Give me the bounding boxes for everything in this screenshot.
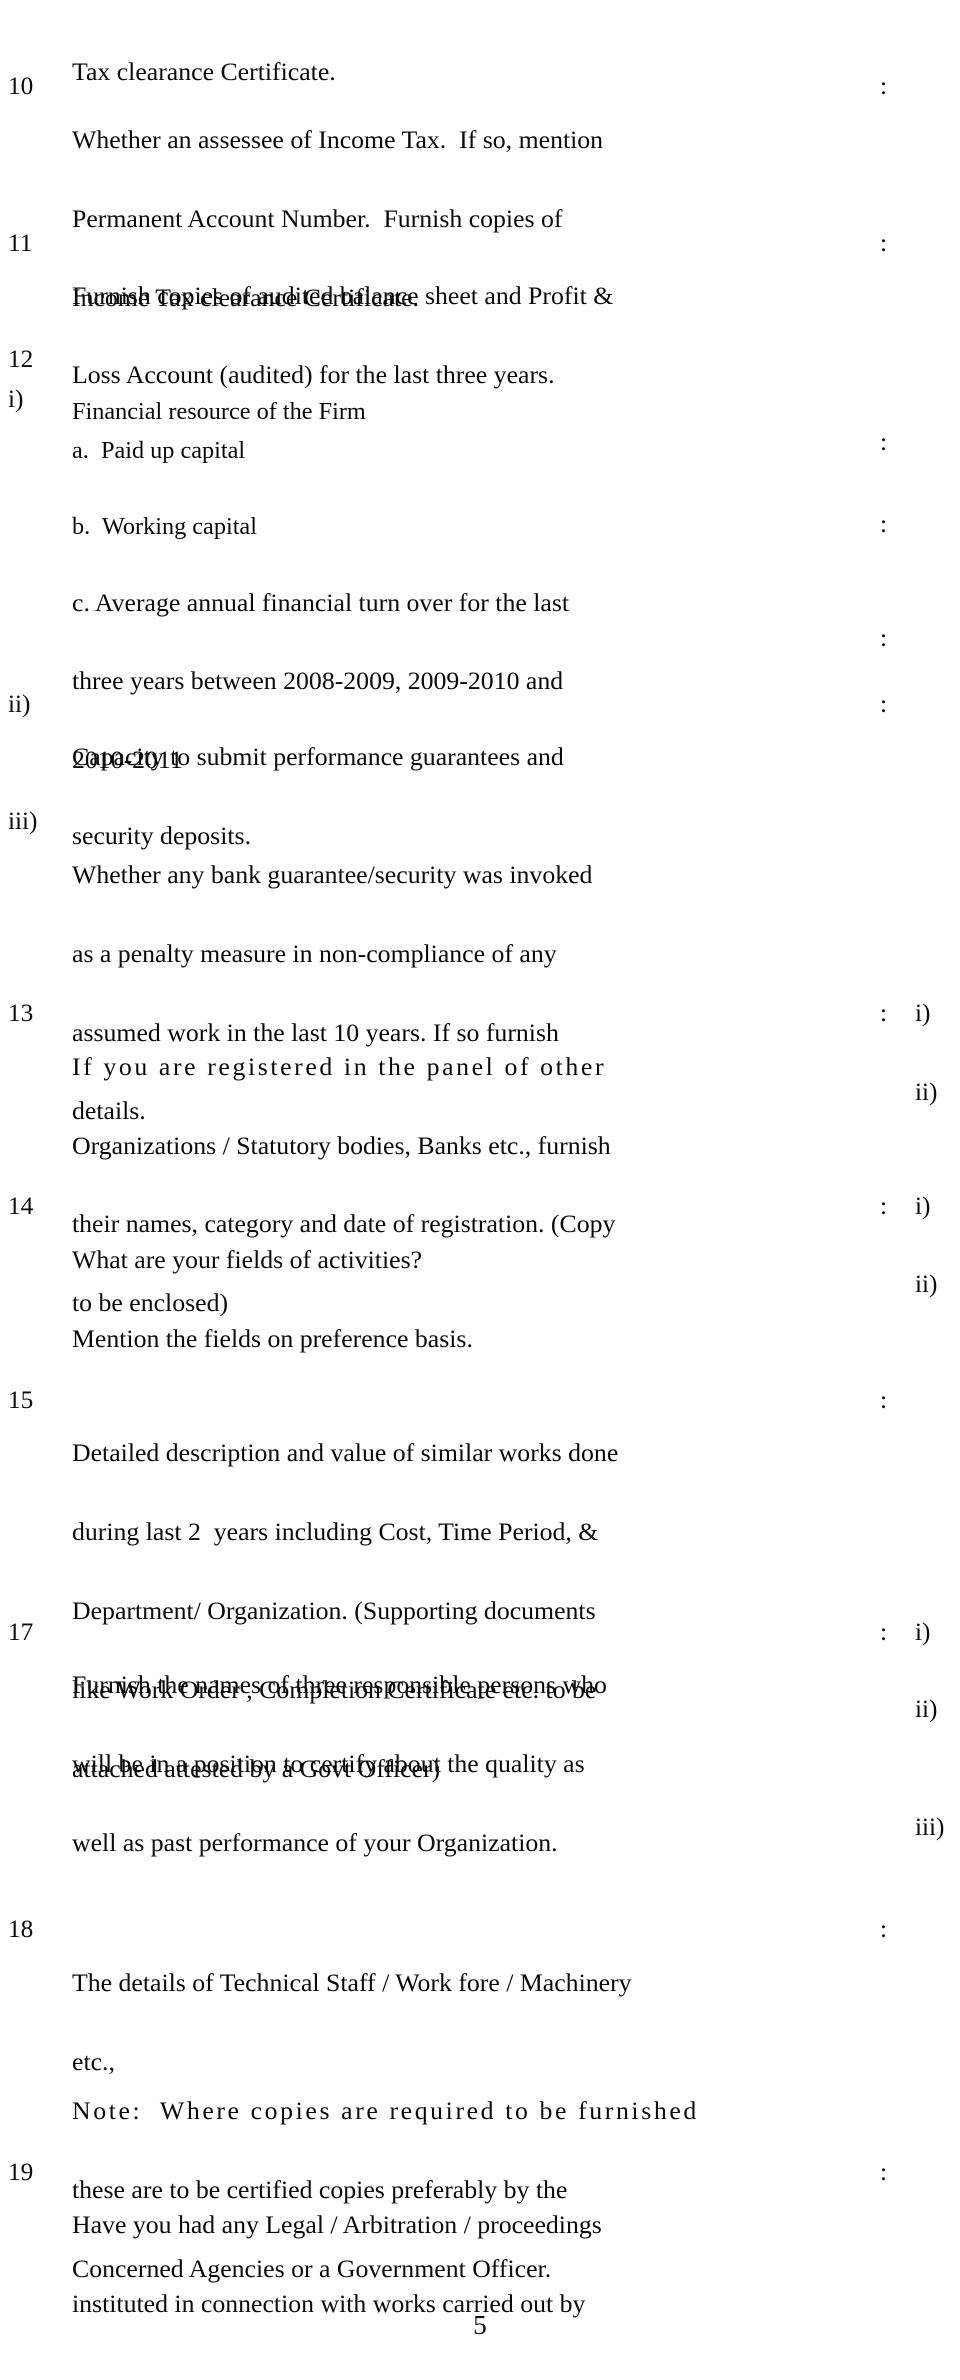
item-number-18: 18 xyxy=(8,1915,34,1944)
answer-slot-14-ii: ii) xyxy=(915,1269,938,1298)
document-page: Tax clearance Certificate. 10 Whether an… xyxy=(0,0,960,2380)
item-number-10: 10 xyxy=(8,72,34,101)
answer-slot-17-i: i) xyxy=(915,1617,931,1646)
answer-colon-10: : xyxy=(880,72,888,101)
answer-colon-12-c: : xyxy=(880,624,888,653)
answer-slot-13-i: i) xyxy=(915,999,931,1028)
item-number-12: 12 xyxy=(8,344,34,373)
text-line: Note: Where copies are required to be fu… xyxy=(72,2095,699,2125)
item-text-14: What are your fields of activities? Ment… xyxy=(72,1194,872,1404)
item-number-ii: ii) xyxy=(8,689,31,718)
answer-colon-15: : xyxy=(880,1385,888,1414)
text-line: Organizations / Statutory bodies, Banks … xyxy=(72,1130,611,1160)
page-number: 5 xyxy=(473,2310,487,2341)
answer-colon-11: : xyxy=(880,228,888,257)
text-line: If you are registered in the panel of ot… xyxy=(72,1051,607,1081)
text-line: Have you had any Legal / Arbitration / p… xyxy=(72,2210,602,2240)
text-line: Mention the fields on preference basis. xyxy=(72,1323,473,1353)
answer-colon-13: : xyxy=(880,999,888,1028)
answer-slot-13-ii: ii) xyxy=(915,1077,938,1106)
answer-colon-19: : xyxy=(880,2157,888,2186)
text-line: Capacity to submit performance guarantee… xyxy=(72,742,564,772)
text-line: as a penalty measure in non-compliance o… xyxy=(72,938,557,968)
item-number-11: 11 xyxy=(8,228,33,257)
answer-slot-17-iii: iii) xyxy=(915,1812,945,1841)
item-number-14: 14 xyxy=(8,1192,34,1221)
item-number-15: 15 xyxy=(8,1385,34,1414)
text-line: well as past performance of your Organiz… xyxy=(72,1828,558,1858)
answer-colon-ii: : xyxy=(880,689,888,718)
text-line: The details of Technical Staff / Work fo… xyxy=(72,1967,632,1997)
answer-slot-14-i: i) xyxy=(915,1192,931,1221)
text-line: Furnish copies of audited balance sheet … xyxy=(72,281,614,311)
item-number-19: 19 xyxy=(8,2157,34,2186)
item-number-12-i: i) xyxy=(8,384,24,413)
text-line: What are your fields of activities? xyxy=(72,1245,423,1275)
item-number-13: 13 xyxy=(8,999,34,1028)
answer-colon-12-a: : xyxy=(880,427,888,456)
text-line: during last 2 years including Cost, Time… xyxy=(72,1517,599,1547)
item-text-17: Furnish the names of three responsible p… xyxy=(72,1620,872,1909)
answer-colon-17: : xyxy=(880,1617,888,1646)
answer-colon-14: : xyxy=(880,1192,888,1221)
item-number-iii: iii) xyxy=(8,807,38,836)
answer-colon-12-b: : xyxy=(880,509,888,538)
text-line: Whether an assessee of Income Tax. If so… xyxy=(72,124,604,154)
answer-slot-17-ii: ii) xyxy=(915,1695,938,1724)
text-line: Furnish the names of three responsible p… xyxy=(72,1670,607,1700)
text-line: c. Average annual financial turn over fo… xyxy=(72,587,570,617)
text-line: Permanent Account Number. Furnish copies… xyxy=(72,203,563,233)
text-line: Detailed description and value of simila… xyxy=(72,1438,619,1468)
answer-colon-18: : xyxy=(880,1915,888,1944)
text-line: will be in a position to certify about t… xyxy=(72,1749,585,1779)
text-line: Whether any bank guarantee/security was … xyxy=(72,859,593,889)
item-number-17: 17 xyxy=(8,1617,34,1646)
